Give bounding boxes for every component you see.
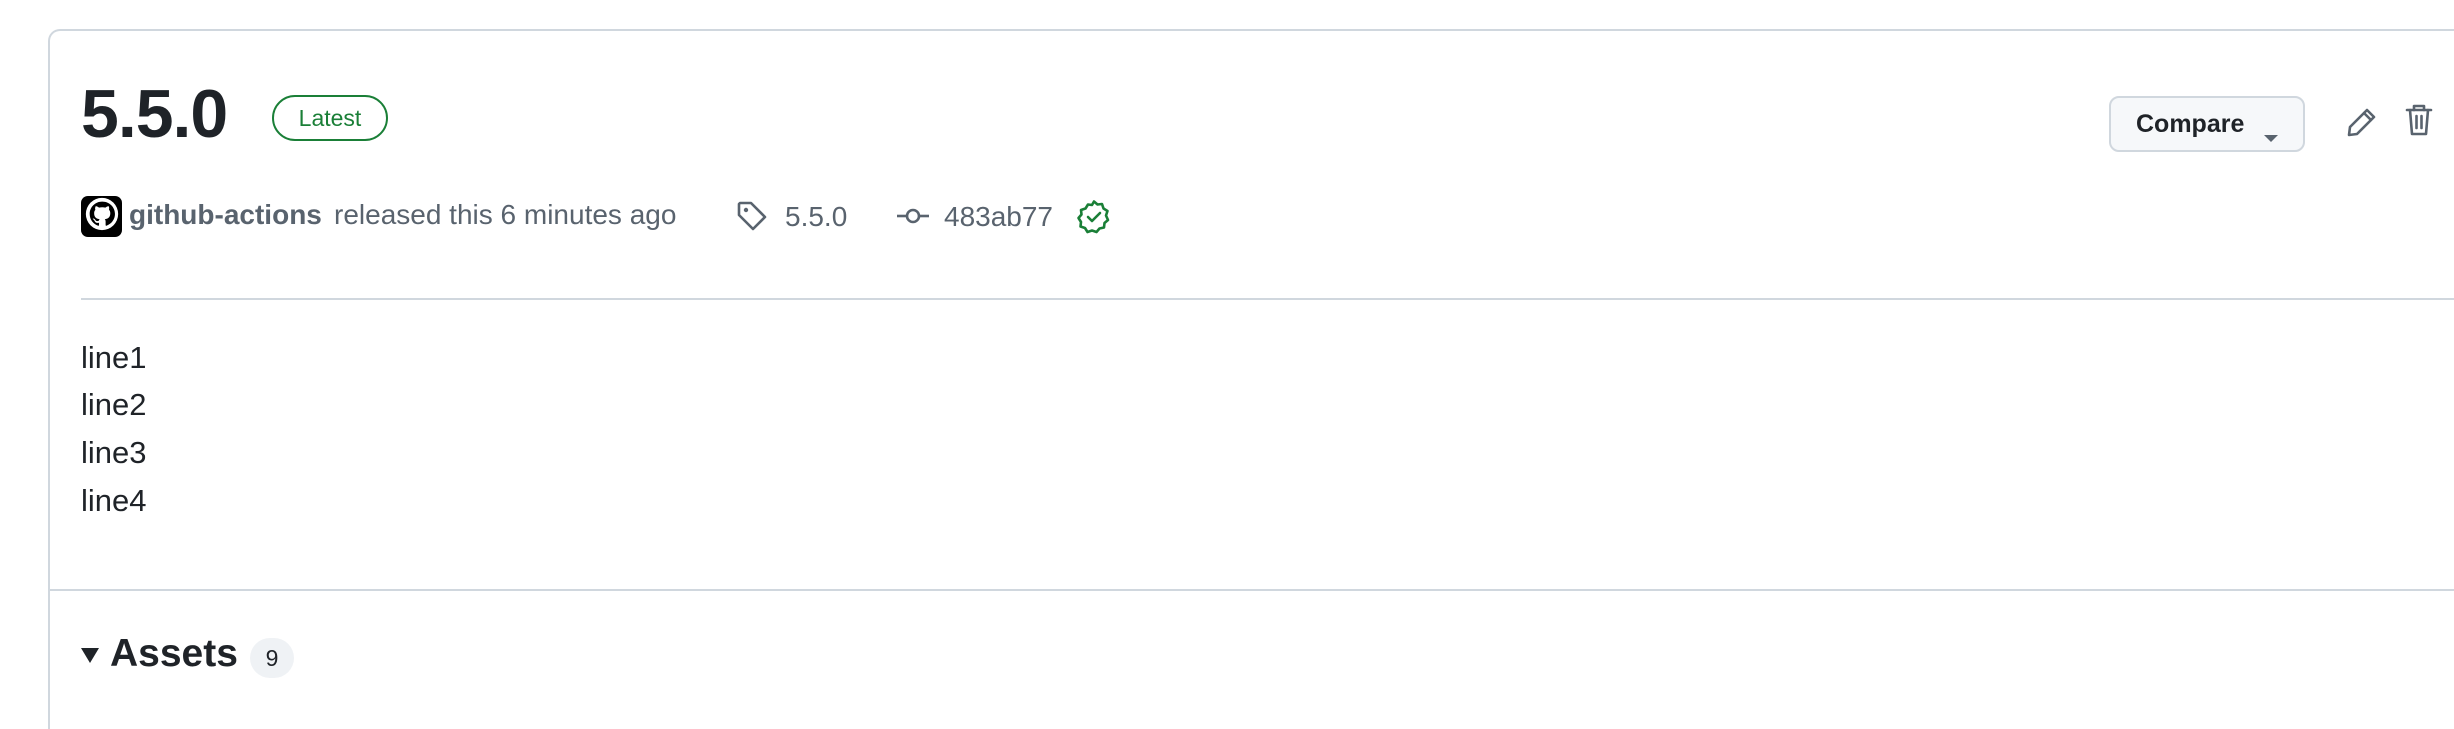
assets-toggle[interactable]: Assets xyxy=(110,630,238,678)
compare-button-label: Compare xyxy=(2136,109,2245,138)
caret-down-icon xyxy=(2263,122,2279,151)
github-mark-icon xyxy=(85,197,119,236)
trash-icon xyxy=(2404,103,2434,142)
release-note-line: line4 xyxy=(81,483,147,518)
edit-release-button[interactable] xyxy=(2342,104,2382,144)
author-avatar[interactable] xyxy=(81,196,122,237)
compare-button[interactable]: Compare xyxy=(2109,96,2305,152)
assets-divider xyxy=(50,589,2454,591)
release-note-line: line1 xyxy=(81,340,147,375)
git-commit-icon xyxy=(896,202,930,235)
latest-badge: Latest xyxy=(272,95,388,141)
tag-icon xyxy=(736,200,768,237)
triangle-down-icon[interactable] xyxy=(81,648,99,669)
release-note-line: line3 xyxy=(81,435,147,470)
tag-link[interactable]: 5.5.0 xyxy=(785,198,847,236)
verified-icon[interactable] xyxy=(1076,199,1112,240)
release-title[interactable]: 5.5.0 xyxy=(81,74,228,154)
author-link[interactable]: github-actions xyxy=(129,196,322,234)
header-divider xyxy=(81,298,2454,300)
release-card xyxy=(48,29,2454,729)
pencil-icon xyxy=(2346,106,2378,143)
released-time-text: released this 6 minutes ago xyxy=(334,199,677,230)
release-note-line: line2 xyxy=(81,387,147,422)
commit-link[interactable]: 483ab77 xyxy=(944,198,1053,236)
delete-release-button[interactable] xyxy=(2399,102,2439,142)
assets-count-badge: 9 xyxy=(250,638,294,678)
